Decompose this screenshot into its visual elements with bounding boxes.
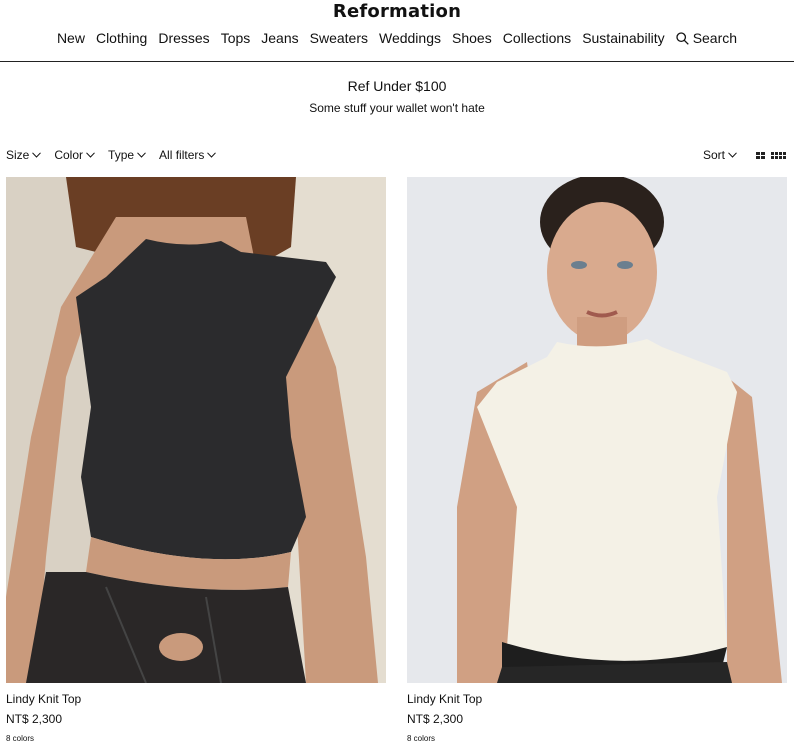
nav-item-shoes[interactable]: Shoes bbox=[452, 30, 492, 46]
nav-item-sweaters[interactable]: Sweaters bbox=[310, 30, 368, 46]
product-color-count: 8 colors bbox=[6, 734, 35, 743]
nav-item-jeans[interactable]: Jeans bbox=[261, 30, 298, 46]
filter-size-label: Size bbox=[6, 148, 30, 162]
nav-item-collections[interactable]: Collections bbox=[503, 30, 571, 46]
product-image[interactable] bbox=[407, 177, 787, 683]
search-icon bbox=[676, 31, 689, 45]
four-column-view-icon[interactable] bbox=[771, 152, 786, 159]
nav-item-dresses[interactable]: Dresses bbox=[158, 30, 209, 46]
chevron-down-icon bbox=[728, 152, 737, 158]
product-card[interactable]: Lindy Knit Top NT$ 2,300 8 colors bbox=[6, 177, 386, 743]
sort-dropdown[interactable]: Sort bbox=[703, 148, 737, 162]
chevron-down-icon bbox=[32, 152, 42, 158]
page-subtitle: Some stuff your wallet won't hate bbox=[309, 101, 485, 115]
filter-color[interactable]: Color bbox=[54, 148, 95, 162]
brand-logo[interactable]: Reformation bbox=[0, 1, 794, 22]
nav-item-sustainability[interactable]: Sustainability bbox=[582, 30, 665, 46]
search-button[interactable]: Search bbox=[676, 30, 737, 46]
filter-size[interactable]: Size bbox=[6, 148, 42, 162]
filter-bar: Size Color Type All filters bbox=[6, 148, 217, 162]
filter-all-label: All filters bbox=[159, 148, 205, 162]
product-color-count: 8 colors bbox=[407, 734, 436, 743]
filter-color-label: Color bbox=[54, 148, 84, 162]
nav-item-new[interactable]: New bbox=[57, 30, 85, 46]
product-price: NT$ 2,300 bbox=[6, 712, 63, 726]
page-title: Ref Under $100 bbox=[347, 78, 447, 94]
filter-type[interactable]: Type bbox=[108, 148, 146, 162]
chevron-down-icon bbox=[207, 152, 217, 158]
product-name[interactable]: Lindy Knit Top bbox=[407, 692, 787, 706]
filter-type-label: Type bbox=[108, 148, 135, 162]
header-divider bbox=[0, 61, 794, 62]
nav-item-tops[interactable]: Tops bbox=[221, 30, 251, 46]
chevron-down-icon bbox=[86, 152, 95, 158]
product-name[interactable]: Lindy Knit Top bbox=[6, 692, 386, 706]
product-card[interactable]: Lindy Knit Top NT$ 2,300 8 colors bbox=[407, 177, 787, 743]
main-nav: New Clothing Dresses Tops Jeans Sweaters… bbox=[0, 30, 794, 46]
product-image[interactable] bbox=[6, 177, 386, 683]
grid-view-toggles bbox=[756, 152, 786, 159]
search-label: Search bbox=[692, 30, 738, 46]
nav-item-weddings[interactable]: Weddings bbox=[379, 30, 441, 46]
nav-item-clothing[interactable]: Clothing bbox=[96, 30, 147, 46]
chevron-down-icon bbox=[137, 152, 146, 158]
sort-label: Sort bbox=[703, 148, 726, 162]
filter-all[interactable]: All filters bbox=[159, 148, 217, 162]
product-price: NT$ 2,300 bbox=[407, 712, 464, 726]
two-column-view-icon[interactable] bbox=[756, 152, 765, 159]
